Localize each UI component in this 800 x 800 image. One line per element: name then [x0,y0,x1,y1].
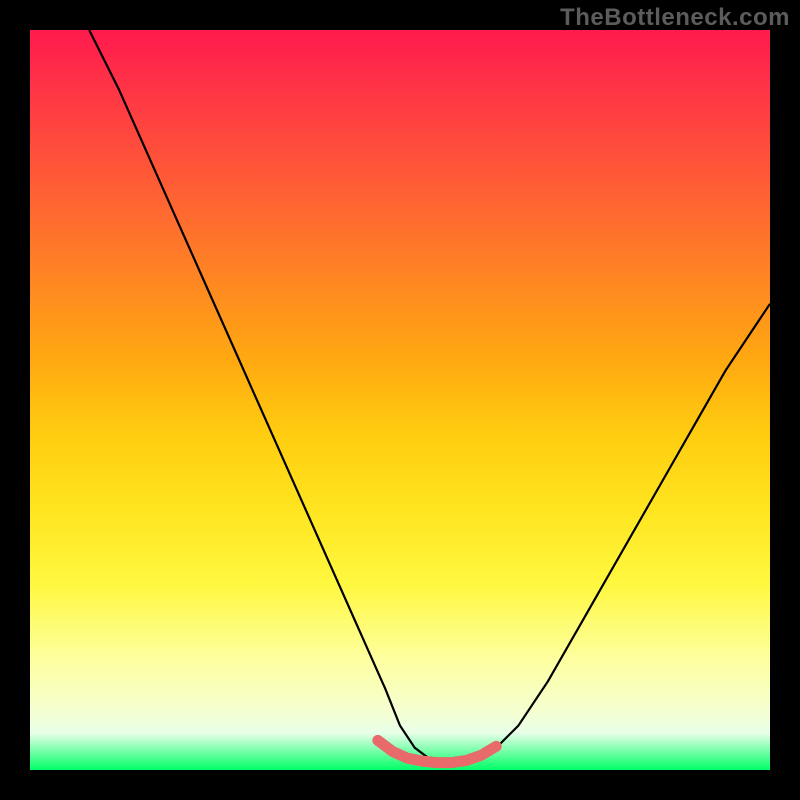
chart-svg [30,30,770,770]
highlight-region [378,740,496,762]
plot-area [30,30,770,770]
chart-container: TheBottleneck.com [0,0,800,800]
watermark-text: TheBottleneck.com [560,6,790,30]
bottleneck-curve [89,30,770,763]
